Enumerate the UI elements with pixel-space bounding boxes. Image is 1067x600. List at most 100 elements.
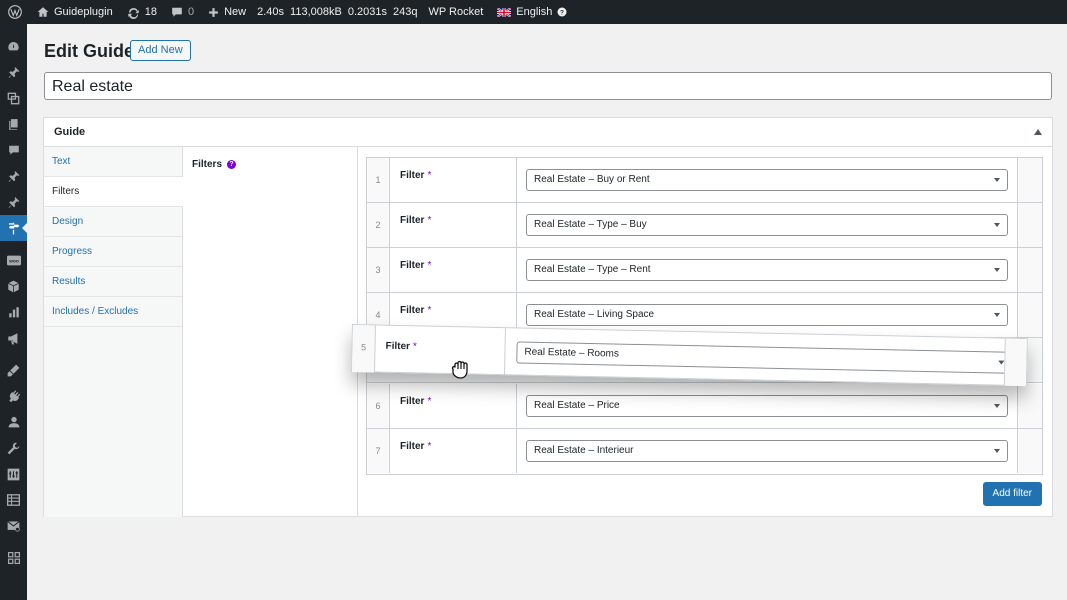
menu-custom-1[interactable]: [0, 163, 27, 189]
menu-posts[interactable]: [0, 59, 27, 85]
updates-count: 18: [144, 6, 157, 18]
svg-text:?: ?: [560, 10, 564, 17]
media-icon: [7, 92, 20, 104]
updates-link[interactable]: 18: [120, 0, 164, 24]
tab-design[interactable]: Design: [44, 207, 182, 237]
required-mark: *: [412, 341, 418, 353]
menu-grid[interactable]: [0, 545, 27, 571]
pages-icon: [8, 118, 18, 130]
required-mark: *: [427, 215, 432, 226]
grab-cursor-icon: [451, 360, 468, 379]
table-row: 3 Filter * Real Estate – Type – Rent: [367, 248, 1042, 293]
menu-guides[interactable]: [0, 215, 27, 241]
filter-select[interactable]: Real Estate – Buy or Rent: [526, 169, 1008, 191]
admin-menu: woo: [0, 24, 27, 600]
marketing-icon: [8, 332, 18, 344]
row-label: Filter *: [374, 325, 506, 376]
language-switcher[interactable]: English ?: [490, 0, 574, 24]
help-icon[interactable]: ?: [227, 160, 237, 169]
mail-icon: [7, 521, 20, 532]
new-label: New: [224, 6, 247, 18]
menu-media[interactable]: [0, 85, 27, 111]
post-title-input[interactable]: Real estate: [44, 72, 1052, 100]
filter-select[interactable]: Real Estate – Type – Rent: [526, 259, 1008, 281]
row-handle[interactable]: [1003, 338, 1027, 387]
row-label: Filter *: [390, 384, 517, 428]
comments-icon: [8, 145, 19, 155]
filter-select[interactable]: Real Estate – Type – Buy: [526, 214, 1008, 236]
home-icon: [37, 7, 49, 17]
row-handle[interactable]: [1017, 293, 1042, 337]
menu-pages[interactable]: [0, 111, 27, 137]
new-content-link[interactable]: New: [201, 0, 253, 24]
row-number[interactable]: 2: [367, 203, 390, 247]
menu-users[interactable]: [0, 409, 27, 435]
menu-appearance[interactable]: [0, 357, 27, 383]
row-number[interactable]: 5: [351, 325, 376, 373]
row-number[interactable]: 3: [367, 248, 390, 292]
menu-custom-2[interactable]: [0, 189, 27, 215]
row-number[interactable]: 6: [367, 384, 390, 428]
comment-icon: [172, 7, 182, 17]
add-filter-button[interactable]: Add filter: [982, 482, 1042, 506]
filter-label: Filter: [400, 305, 425, 316]
tab-text[interactable]: Text: [44, 147, 182, 177]
menu-settings[interactable]: [0, 461, 27, 487]
menu-comments[interactable]: [0, 137, 27, 163]
grid-icon: [7, 552, 20, 564]
required-mark: *: [427, 441, 432, 452]
woocommerce-icon: woo: [6, 255, 21, 265]
menu-plugins[interactable]: [0, 383, 27, 409]
site-name-link[interactable]: Guideplugin: [30, 0, 120, 24]
filter-label: Filter: [400, 441, 425, 452]
filter-label: Filter: [400, 396, 425, 407]
tab-results[interactable]: Results: [44, 267, 182, 297]
filter-select[interactable]: Real Estate – Rooms: [516, 341, 1013, 374]
plus-icon: [209, 7, 218, 17]
metabox-header[interactable]: Guide: [44, 118, 1052, 147]
filter-label: Filter: [400, 215, 425, 226]
qm-db-time: 0.2031s: [347, 6, 387, 18]
menu-marketing[interactable]: [0, 325, 27, 351]
comments-link[interactable]: 0: [164, 0, 201, 24]
tools-icon: [7, 442, 20, 454]
wp-rocket-link[interactable]: WP Rocket: [421, 0, 490, 24]
menu-tools[interactable]: [0, 435, 27, 461]
row-handle[interactable]: [1017, 158, 1042, 202]
row-label: Filter *: [390, 248, 517, 292]
wp-rocket-label: WP Rocket: [428, 6, 484, 18]
menu-table[interactable]: [0, 487, 27, 513]
wordpress-icon: [8, 5, 22, 19]
add-new-button[interactable]: Add New: [130, 40, 191, 61]
row-handle[interactable]: [1017, 384, 1042, 428]
guide-icon: [8, 222, 20, 234]
menu-analytics[interactable]: [0, 299, 27, 325]
tab-filters[interactable]: Filters: [44, 177, 183, 207]
row-handle[interactable]: [1017, 248, 1042, 292]
uk-flag-icon: [497, 7, 512, 17]
metabox-title: Guide: [54, 126, 86, 138]
required-mark: *: [427, 170, 432, 181]
tab-progress[interactable]: Progress: [44, 237, 182, 267]
row-number[interactable]: 7: [367, 429, 390, 473]
row-handle[interactable]: [1017, 429, 1042, 473]
updates-icon: [128, 7, 139, 19]
filter-select[interactable]: Real Estate – Interieur: [526, 440, 1008, 462]
menu-dashboard[interactable]: [0, 33, 27, 59]
collapse-arrow-icon[interactable]: [1034, 129, 1042, 135]
row-number[interactable]: 1: [367, 158, 390, 202]
pin-icon: [8, 170, 19, 182]
settings-icon: [7, 468, 20, 480]
filter-select[interactable]: Real Estate – Living Space: [526, 304, 1008, 326]
language-label: English: [516, 6, 553, 18]
menu-woocommerce[interactable]: woo: [0, 247, 27, 273]
menu-products[interactable]: [0, 273, 27, 299]
comments-count: 0: [187, 6, 195, 18]
menu-mail[interactable]: [0, 513, 27, 539]
wp-logo-button[interactable]: [0, 0, 30, 24]
required-mark: *: [427, 260, 432, 271]
row-handle[interactable]: [1017, 203, 1042, 247]
tab-includes-excludes[interactable]: Includes / Excludes: [44, 297, 182, 327]
query-monitor-link[interactable]: 2.40s 113,008kB 0.2031s 243q: [253, 0, 421, 24]
filter-select[interactable]: Real Estate – Price: [526, 395, 1008, 417]
